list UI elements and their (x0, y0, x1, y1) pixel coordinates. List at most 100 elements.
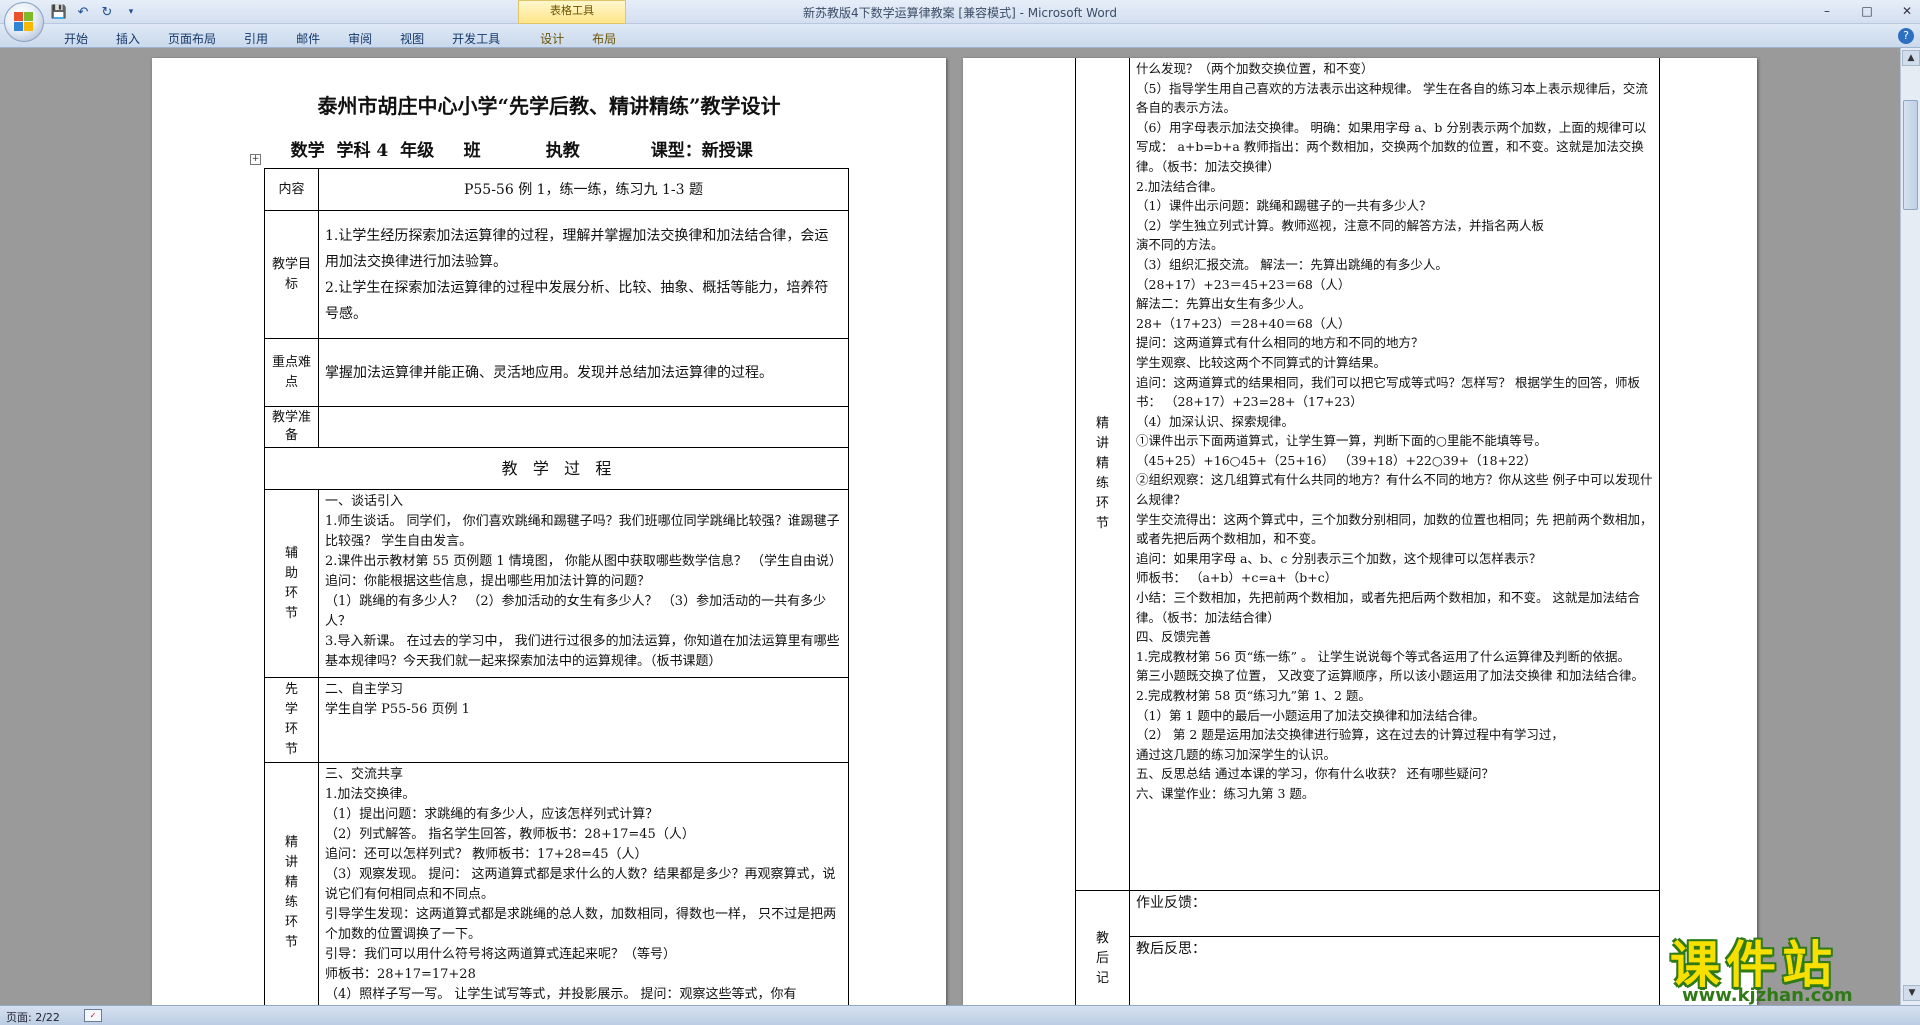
tab-mailings[interactable]: 邮件 (282, 27, 334, 50)
document-page-right: 精讲精练环节 什么发现？（两个加数交换位置，和不变） （5）指导学生用自己喜欢的… (963, 58, 1757, 1005)
main-right-line-22: 四、反馈完善 (1136, 629, 1212, 645)
maximize-icon[interactable]: □ (1858, 2, 1876, 20)
goal-2: 2.让学生在探索加法运算律的过程中发展分析、比较、抽象、概括等能力，培养符号感。 (325, 279, 829, 322)
content-value: P55-56 例 1，练一练，练习九 1-3 题 (318, 168, 849, 211)
table-move-handle-icon[interactable]: + (250, 154, 261, 165)
pre-label: 先学环节 (264, 677, 319, 763)
close-icon[interactable]: ✕ (1898, 2, 1916, 20)
tab-developer[interactable]: 开发工具 (438, 27, 514, 50)
aux-line-5: 3.导入新课。 在过去的学习中， 我们进行过很多的加法运算，你知道在加法运算里有… (325, 634, 840, 669)
table-tools-context-label: 表格工具 (518, 0, 626, 24)
main-right-line-25: 2.完成教材第 58 页“练习九”第 1、2 题。 (1136, 688, 1371, 703)
title-bar: 💾 ↶ ↻ ▾ 新苏教版4下数学运算律教案 [兼容模式] - Microsoft… (0, 0, 1920, 24)
minimize-icon[interactable]: – (1818, 2, 1836, 20)
main-left-line-10: （4）照样子写一写。 让学生试写等式，并投影展示。 提问：观察这些等式，你有 (325, 987, 797, 1002)
goal-label: 教学目标 (264, 210, 319, 339)
process-title: 教 学 过 程 (264, 447, 849, 490)
main-right-line-17: ②组织观察：这几组算式有什么共同的地方？有什么不同的地方？你从这些 例子中可以发… (1136, 472, 1653, 508)
content-label: 内容 (264, 168, 319, 211)
main-left-line-1: 三、交流共享 (325, 767, 404, 782)
pre-line-1: 二、自主学习 (325, 682, 404, 697)
scroll-down-icon[interactable]: ▼ (1903, 985, 1920, 1001)
status-bar: 页面: 2/22 ✓ (0, 1005, 1920, 1025)
lesson-plan-table-left: 内容 P55-56 例 1，练一练，练习九 1-3 题 教学目标 1.让学生经历… (264, 168, 849, 1005)
main-right-line-4: 2.加法结合律。 (1136, 178, 1223, 194)
after-label: 教后记 (1075, 890, 1130, 1005)
aux-cell: 一、谈话引入 1.师生谈话。 同学们， 你们喜欢跳绳和踢毽子吗？我们班哪位同学跳… (318, 489, 849, 678)
main-right-line-18: 学生交流得出：这两个算式中，三个加数分别相同，加数的位置也相同；先 把前两个数相… (1136, 511, 1653, 547)
document-page-left: 泰州市胡庄中心小学“先学后教、精讲精练”教学设计 数学 学科 4 年级 班 执教… (152, 58, 946, 1005)
main-right-line-8: （3）组织汇报交流。 解法一：先算出跳绳的有多少人。 (1136, 256, 1448, 272)
aux-line-1: 一、谈话引入 (325, 494, 404, 509)
feedback-cell: 作业反馈： (1129, 890, 1660, 937)
doc-title: 泰州市胡庄中心小学“先学后教、精讲精练”教学设计 (317, 94, 781, 118)
main-right-line-20: 师板书： （a+b）+c=a+（b+c） (1136, 570, 1338, 586)
main-right-line-12: 提问：这两道算式有什么相同的地方和不同的地方？ (1136, 335, 1424, 351)
scroll-up-icon[interactable]: ▲ (1902, 50, 1920, 66)
watermark-url: www.kjzhan.com (1682, 985, 1853, 1006)
main-left-line-9: 师板书：28+17=17+28 (325, 967, 476, 982)
main-right-line-10: 解法二：先算出女生有多少人。 (1136, 296, 1312, 312)
tab-references[interactable]: 引用 (230, 27, 282, 50)
proofing-icon[interactable]: ✓ (84, 1009, 102, 1022)
main-left-line-2: 1.加法交换律。 (325, 787, 416, 802)
main-label-left: 精讲精练环节 (264, 762, 319, 1005)
main-right-line-9: （28+17）+23＝45+23＝68（人） (1136, 276, 1351, 292)
document-workspace: 泰州市胡庄中心小学“先学后教、精讲精练”教学设计 数学 学科 4 年级 班 执教… (0, 48, 1900, 1005)
help-icon[interactable]: ? (1898, 28, 1914, 44)
main-right-line-15: （4）加深认识、探索规律。 (1136, 413, 1294, 429)
goal-cell: 1.让学生经历探索加法运算律的过程，理解并掌握加法交换律和加法结合律，会运用加法… (318, 210, 849, 339)
main-left-line-5: 追问：还可以怎样列式？ 教师板书：17+28=45（人） (325, 847, 648, 862)
vertical-scrollbar[interactable]: ▲ ▼ (1900, 48, 1920, 1005)
main-right-line-23: 1.完成教材第 56 页“练一练” 。 让学生说说每个等式各运用了什么运算律及判… (1136, 648, 1631, 664)
key-label: 重点难点 (264, 338, 319, 407)
doc-subtitle: 数学 学科 4 年级 班 执教 课型：新授课 (267, 141, 753, 161)
aux-label: 辅助环节 (264, 489, 319, 678)
aux-line-3: 2.课件出示教材第 55 页例题 1 情境图， 你能从图中获取哪些数学信息？ （… (325, 554, 843, 589)
main-right-line-5: （1）课件出示问题：跳绳和踢毽子的一共有多少人？ (1136, 198, 1432, 214)
main-cell-right: 什么发现？（两个加数交换位置，和不变） （5）指导学生用自己喜欢的方法表示出这种… (1129, 58, 1660, 891)
main-right-line-13: 学生观察、比较这两个不同算式的计算结果。 (1136, 354, 1387, 370)
ribbon-tabs: 开始 插入 页面布局 引用 邮件 审阅 视图 开发工具 设计 布局 (50, 27, 630, 50)
tab-insert[interactable]: 插入 (102, 27, 154, 50)
main-right-line-3: （6）用字母表示加法交换律。 明确：如果用字母 a、b 分别表示两个加数，上面的… (1136, 119, 1647, 174)
main-right-line-27: （2） 第 2 题是运用加法交换律进行验算，这在过去的计算过程中有学习过， (1136, 727, 1564, 743)
main-left-line-3: （1）提出问题：求跳绳的有多少人，应该怎样列式计算？ (325, 807, 659, 822)
scrollbar-thumb[interactable] (1903, 100, 1918, 210)
tab-table-design[interactable]: 设计 (526, 27, 578, 50)
main-right-line-2: （5）指导学生用自己喜欢的方法表示出这种规律。 学生在各自的练习本上表示规律后，… (1136, 80, 1648, 116)
tab-view[interactable]: 视图 (386, 27, 438, 50)
main-left-line-7: 引导学生发现：这两道算式都是求跳绳的总人数，加数相同，得数也一样， 只不过是把两… (325, 907, 837, 942)
main-left-line-4: （2）列式解答。 指名学生回答，教师板书：28+17=45（人） (325, 827, 695, 842)
pre-cell: 二、自主学习 学生自学 P55-56 页例 1 (318, 677, 849, 763)
main-right-line-28: 通过这几题的练习加深学生的认识。 (1136, 746, 1337, 762)
window-controls: – □ ✕ (1818, 2, 1916, 20)
main-right-line-21: 小结：三个数相加，先把前两个数相加，或者先把后两个数相加，和不变。 这就是加法结… (1136, 590, 1640, 625)
main-right-line-7: 演不同的方法。 (1136, 237, 1224, 253)
tab-review[interactable]: 审阅 (334, 27, 386, 50)
main-right-line-29: 五、反思总结 通过本课的学习，你有什么收获？ 还有哪些疑问？ (1136, 766, 1494, 782)
tab-home[interactable]: 开始 (50, 27, 102, 50)
prep-label: 教学准备 (264, 406, 319, 448)
main-right-line-30: 六、课堂作业：练习九第 3 题。 (1136, 785, 1315, 801)
main-right-line-1: 什么发现？（两个加数交换位置，和不变） (1136, 61, 1374, 76)
window-title: 新苏教版4下数学运算律教案 [兼容模式] - Microsoft Word (802, 6, 1118, 20)
main-right-line-19: 追问：如果用字母 a、b、c 分别表示三个加数，这个规律可以怎样表示？ (1136, 550, 1542, 566)
main-right-line-26: （1）第 1 题中的最后一小题运用了加法交换律和加法结合律。 (1136, 707, 1485, 723)
main-right-line-16: ①课件出示下面两道算式，让学生算一算，判断下面的○里能不能填等号。 （45+25… (1136, 433, 1547, 468)
page-indicator[interactable]: 页面: 2/22 (6, 1009, 60, 1025)
office-button-icon[interactable] (4, 2, 44, 42)
main-left-line-8: 引导：我们可以用什么符号将这两道算式连起来呢？（等号） (325, 947, 677, 962)
ribbon: 开始 插入 页面布局 引用 邮件 审阅 视图 开发工具 设计 布局 ? (0, 24, 1920, 48)
aux-line-2: 1.师生谈话。 同学们， 你们喜欢跳绳和踢毽子吗？我们班哪位同学跳绳比较强？谁踢… (325, 514, 840, 549)
main-left-line-6: （3）观察发现。 提问： 这两道算式都是求什么的人数？结果都是多少？再观察算式，… (325, 867, 836, 902)
main-cell-left: 三、交流共享 1.加法交换律。 （1）提出问题：求跳绳的有多少人，应该怎样列式计… (318, 762, 849, 1005)
main-right-line-11: 28+（17+23）＝28+40＝68（人） (1136, 315, 1351, 331)
lesson-plan-table-right: 精讲精练环节 什么发现？（两个加数交换位置，和不变） （5）指导学生用自己喜欢的… (1075, 58, 1660, 1005)
tab-table-layout[interactable]: 布局 (578, 27, 630, 50)
key-value: 掌握加法运算律并能正确、灵活地应用。发现并总结加法运算律的过程。 (318, 338, 849, 407)
tab-page-layout[interactable]: 页面布局 (154, 27, 230, 50)
main-label-right: 精讲精练环节 (1075, 58, 1130, 891)
reflection-cell: 教后反思： (1129, 936, 1660, 1005)
goal-1: 1.让学生经历探索加法运算律的过程，理解并掌握加法交换律和加法结合律，会运用加法… (325, 227, 829, 270)
